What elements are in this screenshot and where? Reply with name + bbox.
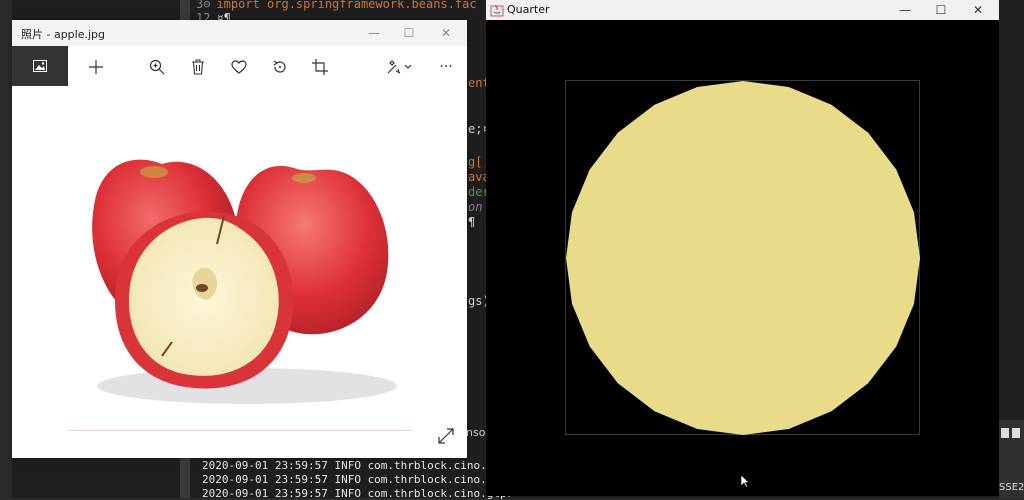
code-line: on	[468, 200, 483, 214]
delete-button[interactable]	[187, 56, 209, 78]
code-line: g[	[468, 155, 483, 169]
ide-right-strip: SSE2	[999, 420, 1024, 498]
ide-left-panel	[0, 0, 12, 498]
photos-titlebar[interactable]: 照片 - apple.jpg — ☐ ✕	[12, 20, 467, 46]
zoom-in-icon	[149, 59, 165, 75]
maximize-button[interactable]: ☐	[399, 23, 419, 43]
edit-icon	[387, 60, 412, 74]
minimize-button[interactable]: —	[364, 23, 384, 43]
photo-viewer[interactable]	[12, 86, 467, 458]
close-button[interactable]: ✕	[436, 23, 456, 43]
plus-icon	[89, 60, 103, 74]
circle-shape	[566, 81, 920, 435]
edit-button[interactable]	[385, 56, 415, 78]
photos-window: 照片 - apple.jpg — ☐ ✕ ···	[12, 20, 467, 458]
apples-image	[92, 159, 397, 404]
maximize-button[interactable]: ☐	[926, 0, 956, 20]
status-text: SSE2	[999, 482, 1024, 493]
fullscreen-button[interactable]	[435, 425, 457, 447]
photos-window-title: 照片 - apple.jpg	[21, 28, 106, 41]
log-line: 2020-09-01 23:59:57 INFO com.thrblock.ci…	[202, 459, 514, 472]
expand-icon	[438, 428, 454, 444]
polygon-circle	[566, 81, 920, 435]
crop-button[interactable]	[309, 56, 331, 78]
toolbar-icon[interactable]	[1012, 428, 1020, 438]
log-line: 2020-09-01 23:59:57 INFO com.thrblock.ci…	[202, 487, 514, 500]
code-line: 3⊖ import org.springframework.beans.fac	[196, 0, 477, 11]
log-line: 2020-09-01 23:59:57 INFO com.thrblock.ci…	[202, 473, 514, 486]
rotate-button[interactable]	[269, 56, 291, 78]
render-canvas[interactable]	[486, 20, 999, 496]
minimize-button[interactable]: —	[890, 0, 920, 20]
crop-icon	[312, 59, 328, 75]
quarter-window-title: Quarter	[507, 3, 550, 16]
more-button[interactable]: ···	[435, 56, 457, 78]
mouse-cursor-icon	[740, 474, 750, 488]
gallery-button[interactable]	[12, 46, 68, 86]
heart-icon	[231, 60, 247, 74]
photos-toolbar: ···	[12, 46, 467, 86]
filmstrip-divider	[67, 430, 412, 431]
trash-icon	[192, 59, 204, 75]
add-button[interactable]	[85, 56, 107, 78]
rotate-icon	[273, 60, 286, 73]
gallery-icon	[33, 60, 47, 72]
quarter-titlebar[interactable]: Quarter — ☐ ✕	[486, 0, 999, 20]
java-icon	[490, 4, 504, 17]
code-line: ¶	[468, 215, 476, 229]
quarter-window: Quarter — ☐ ✕	[486, 0, 999, 496]
close-button[interactable]: ✕	[963, 0, 993, 20]
zoom-button[interactable]	[146, 56, 168, 78]
toolbar-icon[interactable]	[1001, 428, 1009, 438]
favorite-button[interactable]	[228, 56, 250, 78]
